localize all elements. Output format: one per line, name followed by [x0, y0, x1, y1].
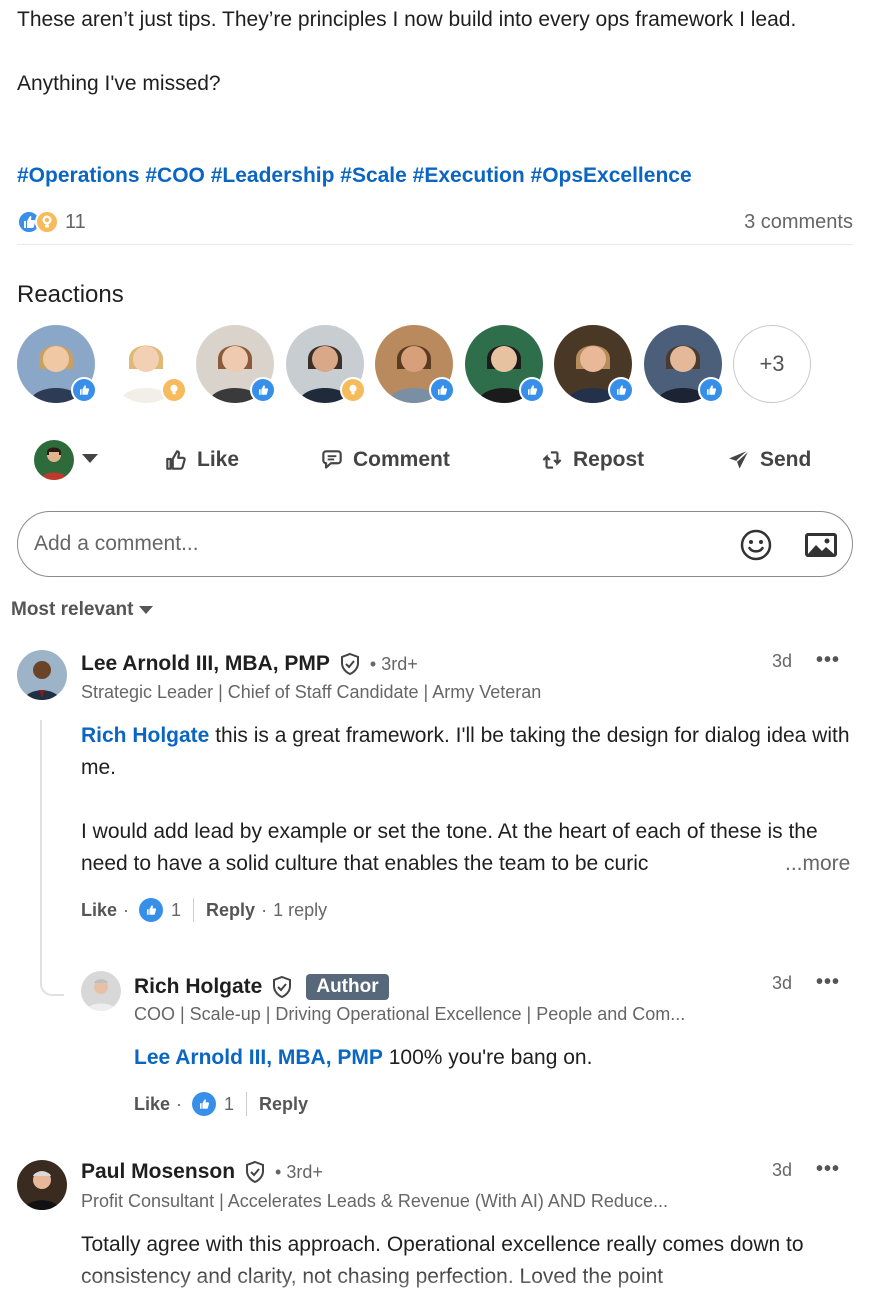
- reactor-avatar[interactable]: [286, 325, 366, 403]
- like-reaction-icon: [429, 377, 455, 403]
- reply-count[interactable]: 1 reply: [273, 900, 327, 921]
- like-reaction-icon: [519, 377, 545, 403]
- reaction-count[interactable]: 11: [65, 211, 86, 234]
- comments-count[interactable]: 3 comments: [744, 211, 853, 234]
- author-badge: Author: [306, 974, 389, 1000]
- comment-body: Lee Arnold III, MBA, PMP 100% you're ban…: [134, 1042, 852, 1074]
- like-reaction-icon: [698, 377, 724, 403]
- reactor-avatar[interactable]: [644, 325, 724, 403]
- see-more-link[interactable]: ...more: [783, 848, 851, 880]
- commenter-headline: COO | Scale-up | Driving Operational Exc…: [134, 1004, 686, 1024]
- comment-reply-button[interactable]: Reply: [206, 900, 255, 921]
- reactor-avatar[interactable]: [107, 325, 187, 403]
- emoji-icon[interactable]: [738, 527, 774, 563]
- post-hashtags[interactable]: #Operations #COO #Leadership #Scale #Exe…: [17, 164, 692, 188]
- repost-button-label: Repost: [573, 448, 645, 471]
- comment-reply-button[interactable]: Reply: [259, 1094, 308, 1115]
- send-button[interactable]: Send: [726, 444, 811, 476]
- comment-like-count[interactable]: 1: [171, 900, 181, 921]
- commenter-name-text: Lee Arnold III, MBA, PMP: [81, 652, 330, 675]
- connection-degree: • 3rd+: [369, 653, 418, 674]
- connection-degree: • 3rd+: [275, 1161, 323, 1182]
- comment-text: 100% you're bang on.: [382, 1046, 593, 1069]
- reactor-avatar[interactable]: [554, 325, 634, 403]
- post-text-question: Anything I've missed?: [17, 72, 221, 95]
- like-button[interactable]: Like: [163, 444, 239, 476]
- repost-arrows-icon: [542, 451, 562, 469]
- paper-plane-icon: [729, 449, 750, 469]
- like-button-label: Like: [197, 448, 240, 471]
- like-reaction-icon: [250, 377, 276, 403]
- speech-bubble-icon: [322, 450, 342, 469]
- reactions-heading: Reactions: [17, 281, 124, 308]
- insightful-reaction-icon: [161, 377, 187, 403]
- comment-input[interactable]: [34, 526, 714, 562]
- comment-timestamp: 3d: [772, 651, 793, 671]
- comment-sort-dropdown[interactable]: Most relevant: [11, 599, 154, 621]
- comment-actions: Like · 1 Reply · 1 reply: [81, 898, 327, 922]
- commenter-name-text: Rich Holgate: [134, 975, 263, 998]
- social-counts: 11 3 comments: [17, 205, 853, 245]
- commenter-name[interactable]: Paul Mosenson • 3rd+: [81, 1160, 323, 1184]
- add-comment-box: [17, 511, 853, 577]
- comment-more-menu-icon[interactable]: •••: [816, 1158, 840, 1181]
- commenter-headline: Strategic Leader | Chief of Staff Candid…: [81, 682, 542, 702]
- commenter-name-text: Paul Mosenson: [81, 1160, 236, 1183]
- like-reaction-icon: [608, 377, 634, 403]
- actor-avatar[interactable]: [34, 440, 74, 480]
- comment-more-menu-icon[interactable]: •••: [816, 971, 840, 994]
- comment-button-label: Comment: [353, 448, 450, 471]
- send-button-label: Send: [760, 448, 812, 471]
- reaction-icons[interactable]: [17, 210, 63, 234]
- comment-body-continued: I would add lead by example or set the t…: [81, 816, 853, 880]
- commenter-avatar[interactable]: [81, 971, 121, 1011]
- verified-shield-icon: [246, 1160, 265, 1184]
- comment-like-button[interactable]: Like: [81, 900, 117, 921]
- repost-button[interactable]: Repost: [539, 444, 644, 476]
- commenter-name[interactable]: Lee Arnold III, MBA, PMP • 3rd+: [81, 652, 418, 676]
- verified-shield-icon: [273, 975, 292, 999]
- comment-text: I would add lead by example or set the t…: [81, 820, 818, 875]
- commenter-avatar[interactable]: [17, 650, 67, 700]
- more-reactors-button[interactable]: +3: [733, 325, 811, 403]
- actor-switch-chevron-down-icon[interactable]: [82, 454, 98, 463]
- verified-shield-icon: [340, 652, 359, 676]
- reply-thread-line: [40, 720, 64, 996]
- comment-timestamp: 3d: [772, 1160, 793, 1180]
- reactor-avatar[interactable]: [465, 325, 545, 403]
- comment-actions: Like · 1 Reply: [134, 1092, 308, 1116]
- comment-text: Totally agree with this approach. Operat…: [81, 1233, 804, 1288]
- comment-body: Rich Holgate this is a great framework. …: [81, 720, 851, 784]
- sort-label: Most relevant: [11, 599, 134, 620]
- mention-link[interactable]: Rich Holgate: [81, 724, 209, 747]
- comment-button[interactable]: Comment: [319, 444, 450, 476]
- like-reaction-icon[interactable]: [192, 1092, 217, 1116]
- commenter-headline: Profit Consultant | Accelerates Leads & …: [81, 1191, 668, 1211]
- post-text: These aren’t just tips. They’re principl…: [17, 4, 847, 132]
- comment-more-menu-icon[interactable]: •••: [816, 649, 840, 672]
- reactor-avatar[interactable]: [196, 325, 276, 403]
- comment-like-button[interactable]: Like: [134, 1094, 170, 1115]
- reactor-avatar[interactable]: [375, 325, 455, 403]
- post-action-bar: Like Comment Repost Send: [0, 436, 876, 484]
- insightful-reaction-icon: [35, 210, 59, 234]
- commenter-name[interactable]: Rich Holgate Author: [134, 974, 389, 1000]
- comment-timestamp: 3d: [772, 973, 793, 993]
- commenter-avatar[interactable]: [17, 1160, 67, 1210]
- insightful-reaction-icon: [340, 377, 366, 403]
- like-reaction-icon: [71, 377, 97, 403]
- mention-link[interactable]: Lee Arnold III, MBA, PMP: [134, 1046, 383, 1069]
- like-reaction-icon[interactable]: [139, 898, 164, 922]
- chevron-down-icon: [139, 606, 154, 614]
- reactor-avatar[interactable]: [17, 325, 97, 403]
- comment-body: Totally agree with this approach. Operat…: [81, 1229, 841, 1302]
- thumbs-up-icon: [166, 450, 186, 470]
- comment-like-count[interactable]: 1: [224, 1094, 234, 1115]
- post-text-paragraph: These aren’t just tips. They’re principl…: [17, 8, 797, 31]
- image-icon[interactable]: [802, 527, 840, 563]
